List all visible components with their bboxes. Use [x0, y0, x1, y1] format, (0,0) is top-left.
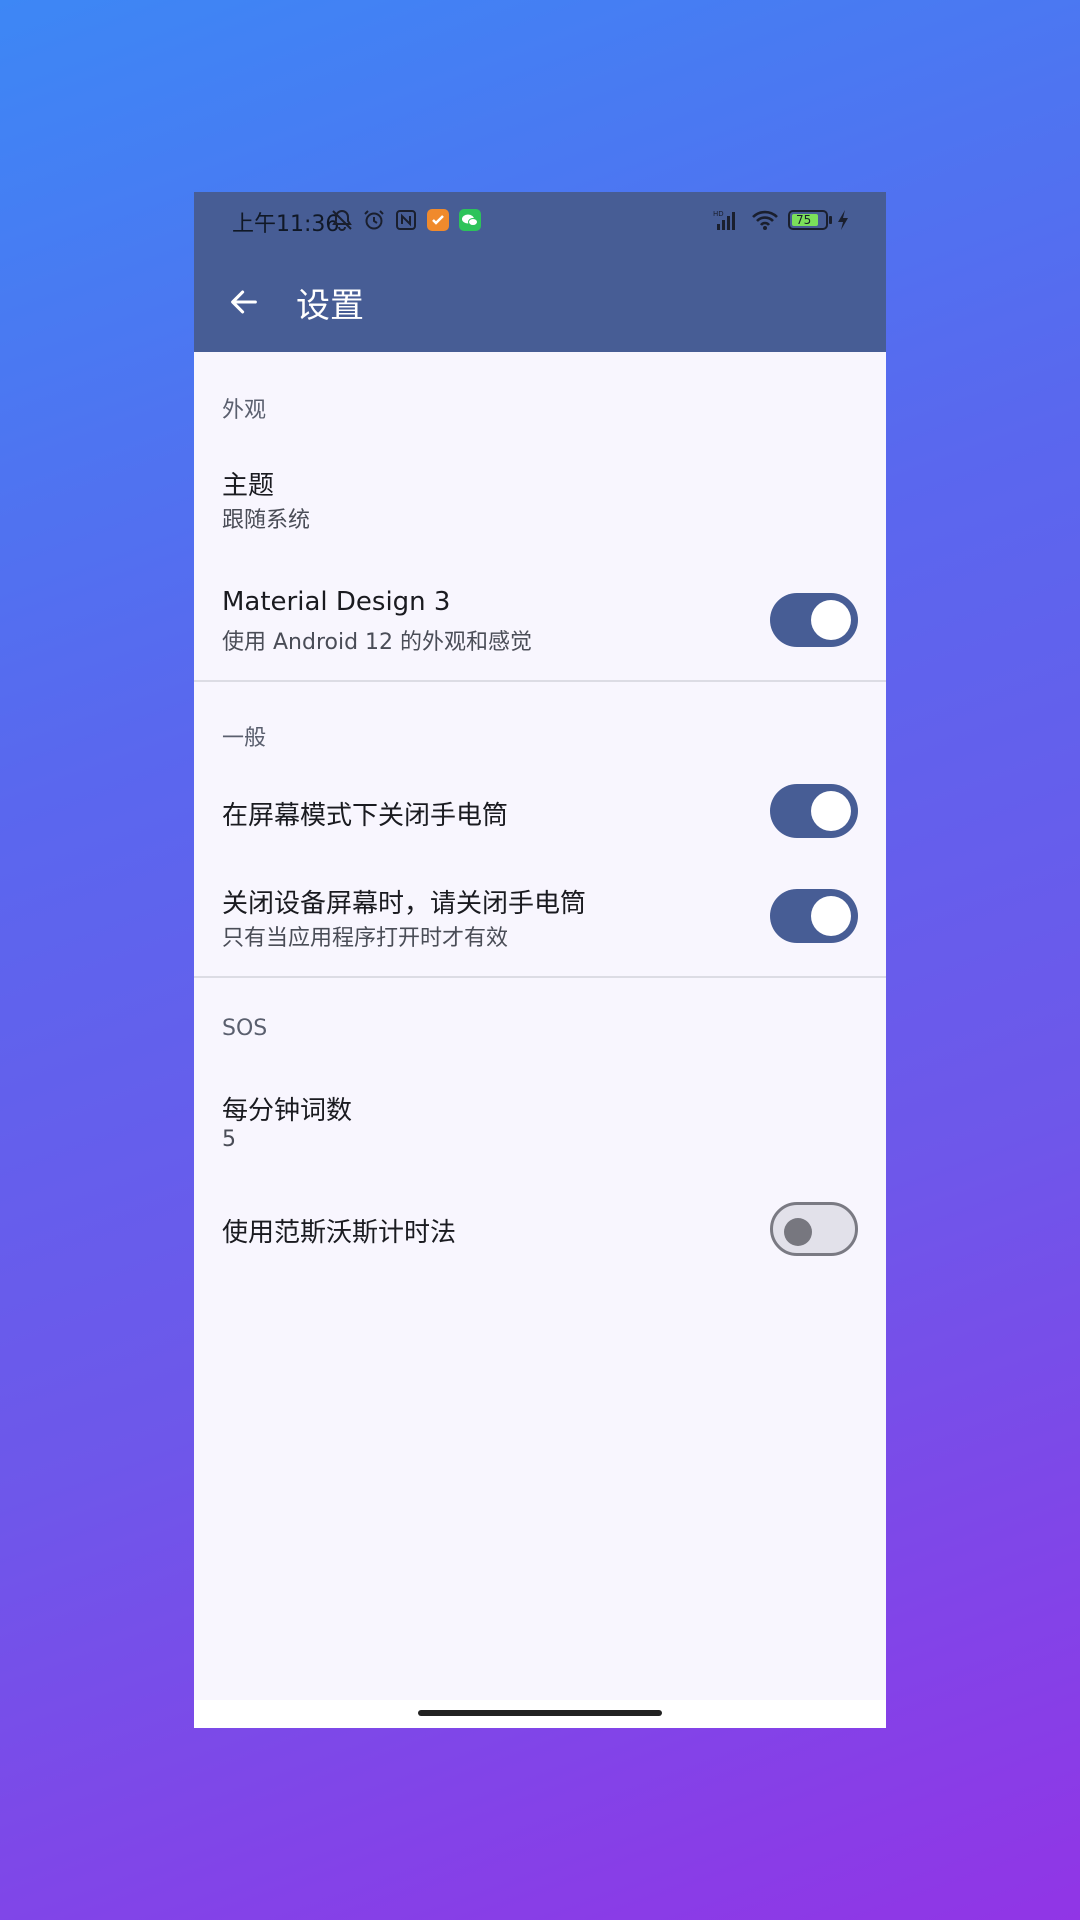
- status-icons-left: [330, 208, 482, 232]
- arrow-left-icon: [231, 290, 257, 314]
- pref-screen-mode-title: 在屏幕模式下关闭手电筒: [222, 801, 509, 831]
- status-time: 上午11:36: [232, 212, 340, 237]
- material-design-switch[interactable]: [770, 593, 858, 647]
- divider: [194, 976, 886, 978]
- battery-icon: 75: [788, 210, 832, 230]
- screen-off-switch[interactable]: [770, 889, 858, 943]
- pref-screen-off-title: 关闭设备屏幕时，请关闭手电筒: [222, 889, 587, 919]
- pref-wpm-summary: 5: [222, 1127, 236, 1152]
- home-indicator[interactable]: [418, 1710, 662, 1716]
- battery-level: 75: [796, 213, 812, 227]
- screen-mode-switch[interactable]: [770, 784, 858, 838]
- mute-bell-icon: [332, 209, 352, 231]
- switch-thumb: [811, 896, 851, 936]
- wifi-icon: [752, 210, 778, 230]
- status-icons-right: HD 75: [712, 208, 850, 232]
- farnsworth-switch[interactable]: [770, 1202, 858, 1256]
- switch-thumb: [811, 600, 851, 640]
- wechat-icon: [459, 209, 481, 231]
- pref-material-title: Material Design 3: [222, 587, 451, 617]
- pref-theme-summary: 跟随系统: [222, 508, 311, 533]
- pref-farnsworth-title: 使用范斯沃斯计时法: [222, 1218, 457, 1248]
- pref-wpm-title: 每分钟词数: [222, 1096, 353, 1126]
- pref-material-summary: 使用 Android 12 的外观和感觉: [222, 630, 533, 655]
- app-bar: 设置: [194, 252, 886, 352]
- page-title: 设置: [296, 286, 364, 326]
- pref-screen-off-summary: 只有当应用程序打开时才有效: [222, 926, 509, 951]
- orange-app-icon: [427, 209, 449, 231]
- hd-signal-icon: HD: [713, 210, 735, 230]
- section-header-sos: SOS: [222, 1016, 268, 1041]
- divider: [194, 680, 886, 682]
- status-bar: 上午11:36 HD 75: [194, 192, 886, 252]
- nfc-icon: [396, 210, 416, 230]
- section-header-appearance: 外观: [222, 398, 267, 423]
- section-header-general: 一般: [222, 726, 267, 751]
- back-button[interactable]: [222, 280, 266, 324]
- phone-screen: 上午11:36 HD 75 设置 外观 主题 跟随系统 Material Des…: [194, 192, 886, 1728]
- switch-thumb: [784, 1218, 812, 1246]
- alarm-icon: [364, 210, 384, 230]
- svg-text:HD: HD: [713, 210, 724, 218]
- switch-thumb: [811, 791, 851, 831]
- charging-icon: [838, 210, 848, 230]
- pref-theme-title: 主题: [222, 471, 275, 501]
